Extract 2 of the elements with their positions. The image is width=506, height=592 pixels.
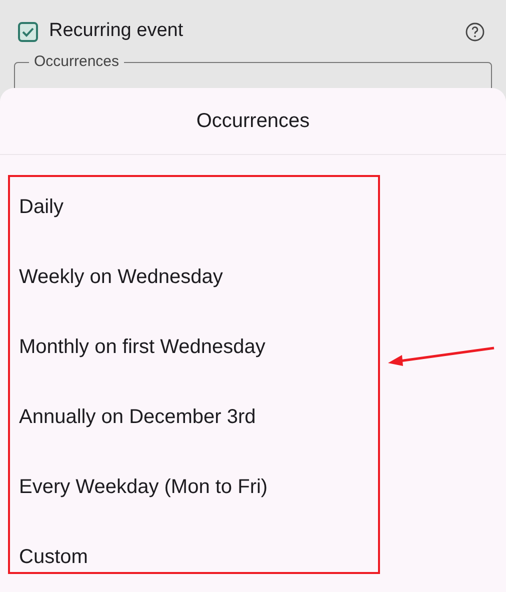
sheet-title: Occurrences <box>196 109 310 134</box>
checkbox-label: Recurring event <box>49 19 184 44</box>
